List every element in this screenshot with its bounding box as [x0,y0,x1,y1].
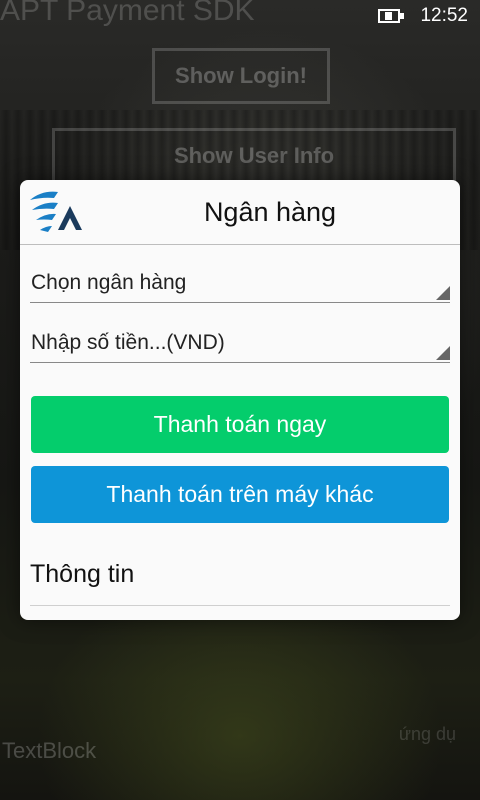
bank-payment-dialog: Ngân hàng Chọn ngân hàng Nhập số tiền...… [20,180,460,620]
background-show-login-button: Show Login! [152,48,330,104]
bank-select[interactable]: Chọn ngân hàng [30,267,450,303]
amount-input-placeholder: Nhập số tiền...(VND) [31,331,225,354]
status-bar: 12:52 [0,0,480,32]
pay-now-button[interactable]: Thanh toán ngay [31,396,449,453]
battery-charging-icon [378,9,406,23]
bank-select-value: Chọn ngân hàng [31,271,187,294]
dropdown-arrow-icon [436,286,450,300]
background-textblock: TextBlock [2,738,97,763]
dialog-title: Ngân hàng [203,196,337,227]
status-time: 12:52 [420,5,468,26]
background-show-user-info-button: Show User Info [52,128,456,184]
background-right-text: ứng dụ [398,724,456,744]
apt-logo-icon [30,191,82,232]
info-section-title: Thông tin [30,560,135,588]
pay-other-device-button[interactable]: Thanh toán trên máy khác [31,466,449,523]
info-divider [30,605,450,606]
amount-input[interactable]: Nhập số tiền...(VND) [30,327,450,363]
dropdown-arrow-icon [436,346,450,360]
dialog-header: Ngân hàng [20,180,460,245]
